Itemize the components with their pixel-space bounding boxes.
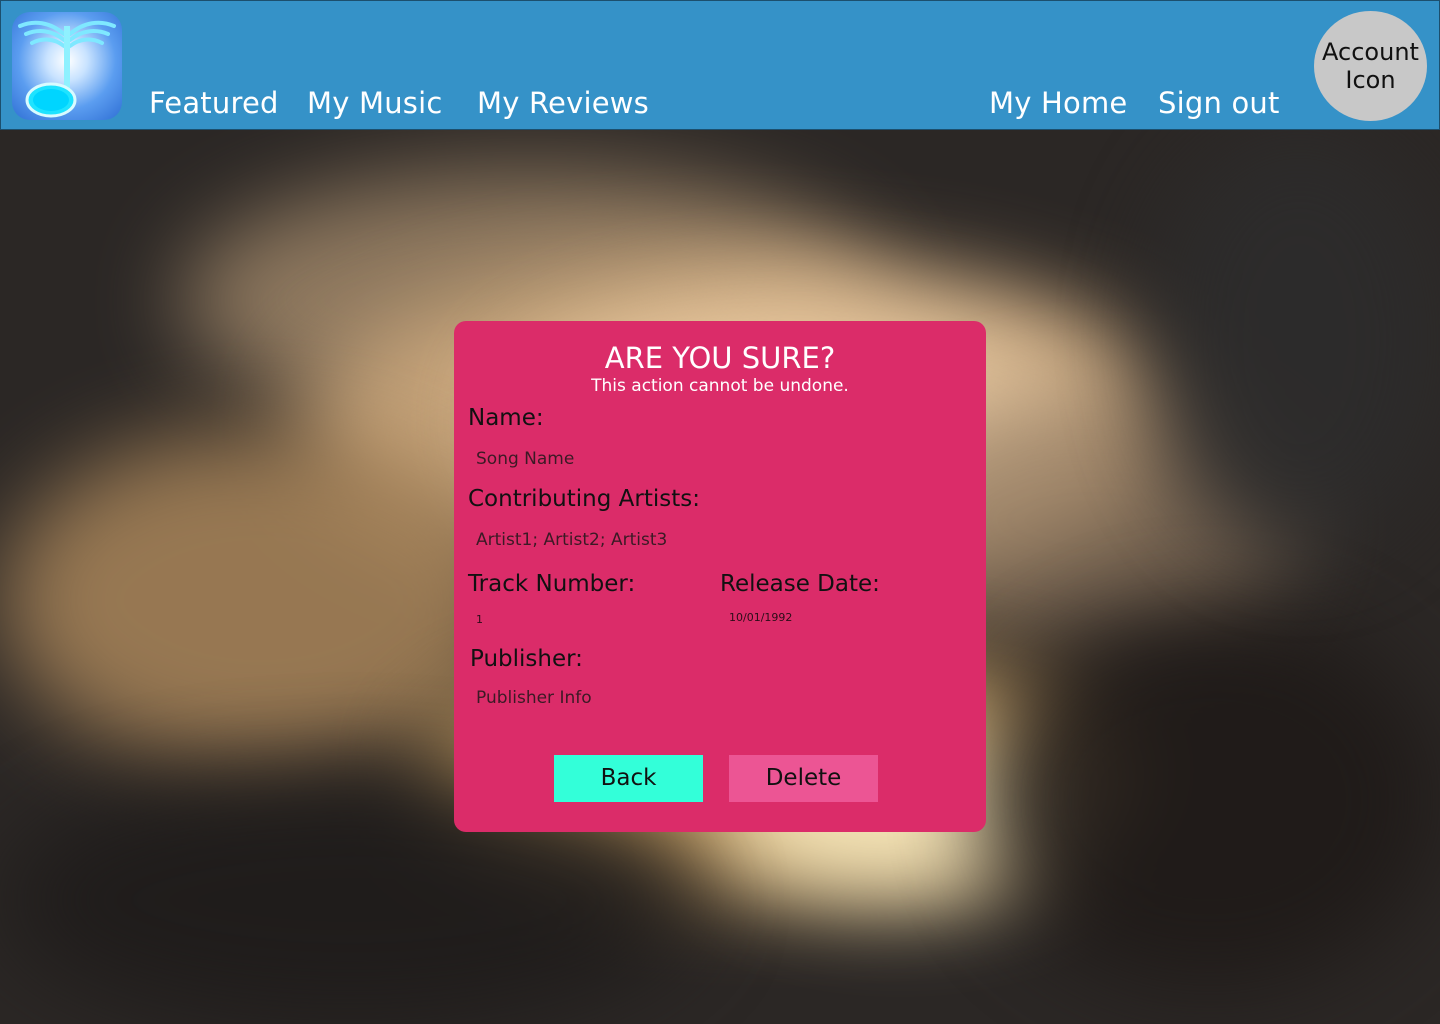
nav-my-reviews[interactable]: My Reviews [477, 85, 649, 121]
app-logo[interactable] [12, 12, 122, 120]
contributing-artists-label: Contributing Artists: [468, 486, 700, 512]
top-navigation-bar: Featured My Music My Reviews My Home Sig… [0, 0, 1440, 130]
publisher-value: Publisher Info [476, 688, 592, 708]
nav-my-home[interactable]: My Home [989, 85, 1127, 121]
dialog-subtitle: This action cannot be undone. [591, 376, 849, 396]
winged-music-note-icon [18, 20, 116, 118]
account-icon[interactable]: Account Icon [1314, 11, 1427, 121]
account-icon-label: Account Icon [1322, 38, 1419, 94]
track-number-value: 1 [476, 613, 483, 626]
nav-sign-out[interactable]: Sign out [1158, 85, 1280, 121]
delete-button[interactable]: Delete [729, 755, 878, 802]
delete-confirmation-dialog: ARE YOU SURE? This action cannot be undo… [454, 321, 986, 832]
nav-featured[interactable]: Featured [149, 85, 279, 121]
nav-my-music[interactable]: My Music [307, 85, 443, 121]
release-date-value: 10/01/1992 [729, 611, 793, 624]
name-value: Song Name [476, 449, 575, 469]
release-date-label: Release Date: [720, 571, 880, 597]
back-button[interactable]: Back [554, 755, 703, 802]
track-number-label: Track Number: [468, 571, 636, 597]
contributing-artists-value: Artist1; Artist2; Artist3 [476, 530, 668, 550]
dialog-title: ARE YOU SURE? [604, 341, 836, 375]
name-label: Name: [468, 405, 544, 431]
publisher-label: Publisher: [470, 646, 583, 672]
